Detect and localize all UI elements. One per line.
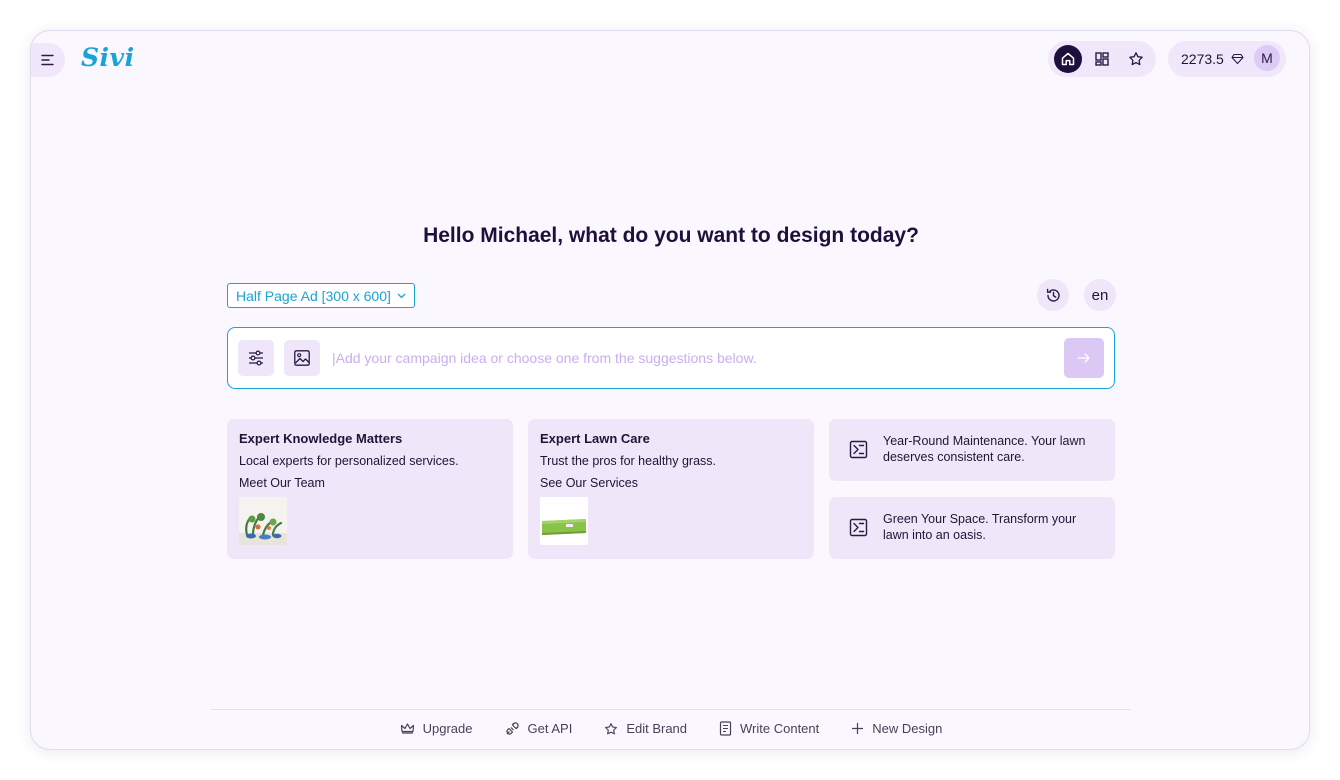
suggestion-subtitle: Trust the pros for healthy grass. (540, 454, 717, 468)
upgrade-label: Upgrade (422, 721, 473, 736)
suggestion-subtitle: Local experts for personalized services. (239, 454, 459, 468)
history-button[interactable] (1037, 279, 1069, 311)
prompt-icon (849, 518, 868, 537)
arrow-right-icon (1077, 352, 1091, 364)
plug-icon (505, 722, 519, 735)
prompt-box (227, 327, 1115, 389)
ad-size-select[interactable]: Half Page Ad [300 x 600] (227, 283, 415, 308)
crown-icon (400, 723, 414, 734)
credits-value: 2273.5 (1181, 51, 1224, 67)
campaign-idea-input[interactable] (332, 346, 1052, 370)
suggestion-cta: Meet Our Team (239, 476, 325, 490)
dashboard-nav-button[interactable] (1088, 45, 1116, 73)
image-upload-button[interactable] (284, 340, 320, 376)
new-design-label: New Design (872, 721, 943, 736)
page-title: Hello Michael, what do you want to desig… (423, 224, 919, 247)
suggestion-card[interactable]: Expert Knowledge Matters Local experts f… (227, 419, 513, 559)
text-suggestion[interactable]: Year-Round Maintenance. Your lawn deserv… (829, 419, 1115, 481)
favorites-nav-button[interactable] (1122, 45, 1150, 73)
history-icon (1045, 287, 1062, 304)
suggestion-cta: See Our Services (540, 476, 638, 490)
ad-size-select-value: Half Page Ad [300 x 600] (236, 287, 391, 304)
avatar[interactable]: M (1254, 45, 1280, 71)
language-button[interactable]: en (1084, 279, 1116, 311)
text-suggestion[interactable]: Green Your Space. Transform your lawn in… (829, 497, 1115, 559)
settings-button[interactable] (238, 340, 274, 376)
document-icon (719, 721, 732, 736)
credits-pill[interactable]: 2273.5 M (1168, 41, 1286, 77)
dashboard-icon (1094, 51, 1110, 67)
suggestion-title: Expert Knowledge Matters (239, 431, 403, 446)
text-suggestion-label: Green Your Space. Transform your lawn in… (883, 512, 1077, 542)
home-nav-button[interactable] (1054, 45, 1082, 73)
diamond-icon (1231, 53, 1244, 65)
hamburger-icon (41, 54, 55, 66)
potted-plants-image (239, 497, 287, 545)
chevron-down-icon (397, 293, 406, 299)
get-api-link[interactable]: Get API (505, 721, 573, 736)
new-design-link[interactable]: New Design (851, 721, 942, 736)
logo[interactable]: Sivi (81, 43, 135, 72)
edit-brand-link[interactable]: Edit Brand (604, 721, 687, 736)
submit-button[interactable] (1064, 338, 1104, 378)
write-content-label: Write Content (740, 721, 820, 736)
suggestion-title: Expert Lawn Care (540, 431, 650, 446)
footer-nav: Upgrade Get API Edit Brand Write Content… (31, 721, 1309, 736)
prompt-icon (849, 440, 868, 459)
nav-group (1048, 41, 1156, 77)
image-icon (293, 349, 311, 367)
get-api-label: Get API (527, 721, 573, 736)
star-icon (605, 722, 618, 734)
footer-divider (211, 709, 1131, 710)
suggestion-card[interactable]: Expert Lawn Care Trust the pros for heal… (528, 419, 814, 559)
upgrade-link[interactable]: Upgrade (400, 721, 473, 736)
home-icon (1060, 51, 1076, 67)
app-window: Sivi 2273.5 M Hello Michael, what do you… (30, 30, 1310, 750)
text-suggestion-label: Year-Round Maintenance. Your lawn deserv… (883, 434, 1086, 464)
star-icon (1128, 51, 1144, 67)
sliders-icon (247, 349, 265, 367)
edit-brand-label: Edit Brand (626, 721, 688, 736)
lawn-grass-image (540, 497, 588, 545)
menu-button[interactable] (31, 43, 65, 77)
write-content-link[interactable]: Write Content (719, 721, 819, 736)
plus-icon (852, 723, 864, 734)
